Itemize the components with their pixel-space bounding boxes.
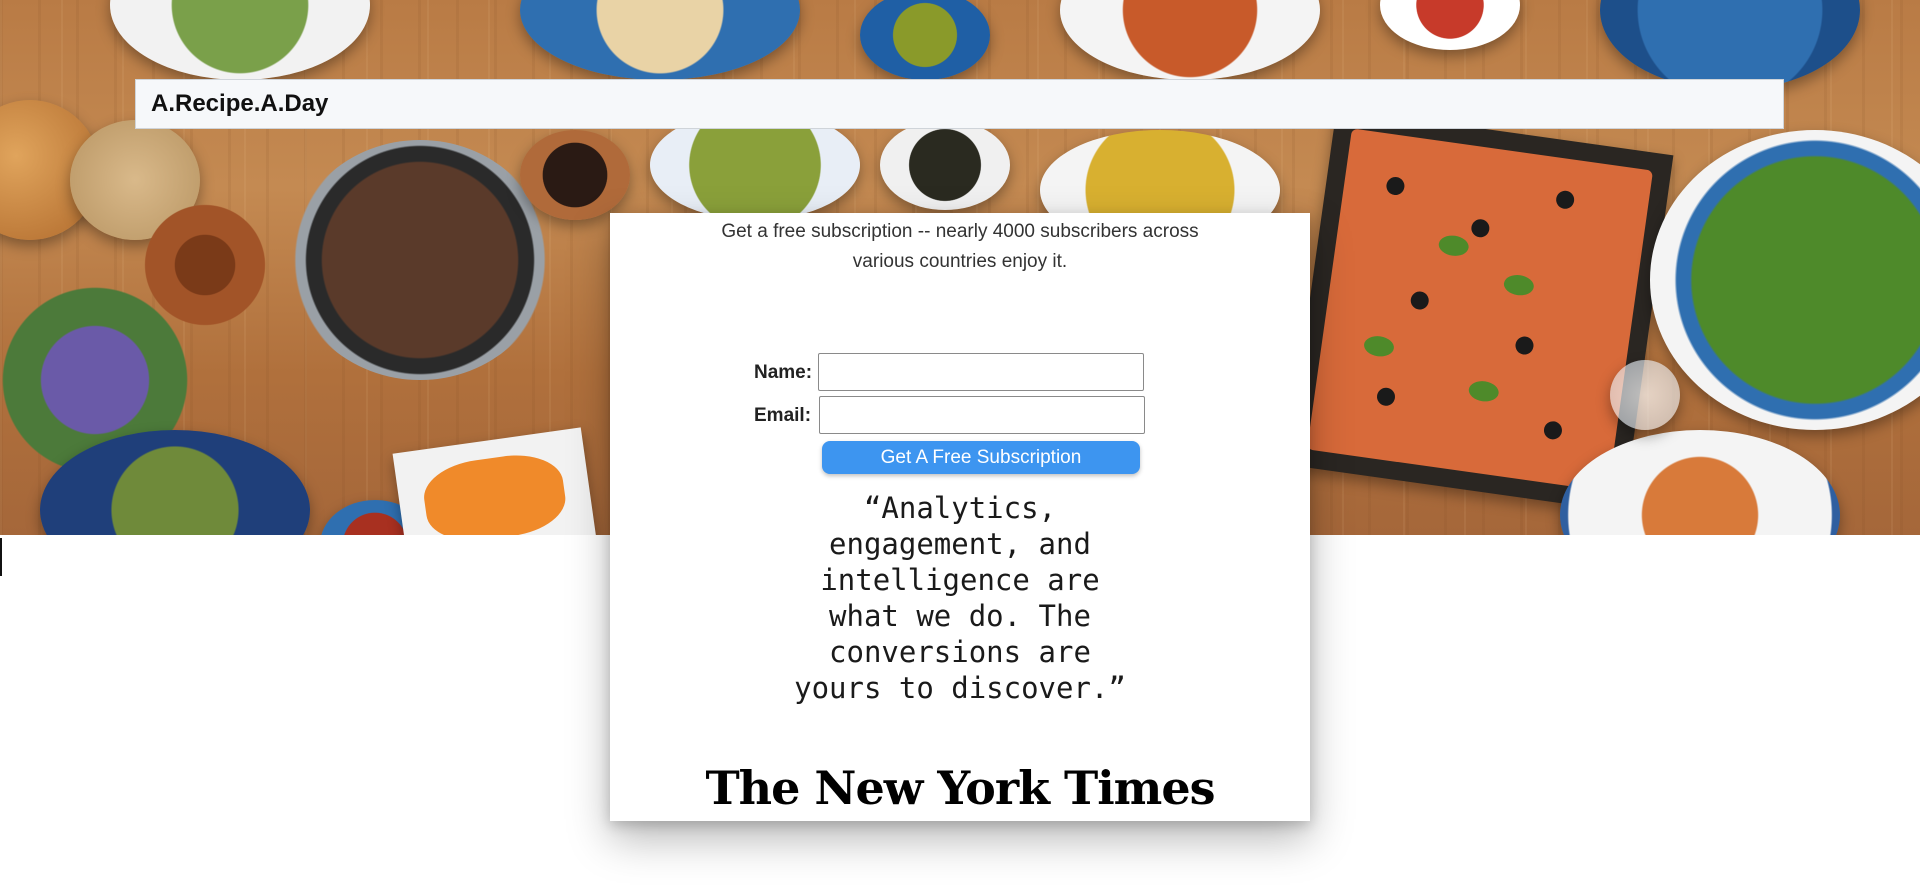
plate-vegetables xyxy=(110,0,370,80)
pan-pasta xyxy=(290,140,550,380)
pepper-bowl xyxy=(520,130,630,220)
intro-line: Get a free subscription -- nearly 4000 s… xyxy=(721,221,1199,242)
email-label: Email: xyxy=(754,405,812,426)
subscription-intro: Get a free subscription -- nearly 4000 s… xyxy=(610,217,1310,277)
name-input[interactable] xyxy=(818,353,1144,391)
press-logo: The New York Times xyxy=(705,761,1215,815)
plate-blue-dip xyxy=(520,0,800,80)
plate-salad xyxy=(1650,130,1920,430)
subscribe-button[interactable]: Get A Free Subscription xyxy=(822,441,1140,474)
dish-carrot xyxy=(392,427,598,535)
email-input[interactable] xyxy=(819,396,1145,434)
quote-line: conversions are xyxy=(829,635,1091,669)
quote-line: yours to discover.” xyxy=(794,671,1126,705)
plate-olives-top xyxy=(860,0,990,80)
intro-line: various countries enjoy it. xyxy=(852,251,1068,272)
bowl-olives xyxy=(880,120,1010,210)
subscription-card: Get a free subscription -- nearly 4000 s… xyxy=(610,213,1310,821)
name-row: Name: xyxy=(610,353,1310,393)
quote-line: engagement, and xyxy=(829,527,1091,561)
site-header: A.Recipe.A.Day xyxy=(135,79,1784,129)
plate-pizza-top xyxy=(1060,0,1320,80)
site-brand[interactable]: A.Recipe.A.Day xyxy=(151,90,328,118)
plate-tomatoes-top xyxy=(1380,0,1520,50)
quote-line: intelligence are xyxy=(820,563,1100,597)
text-cursor xyxy=(0,538,2,576)
quote-line: what we do. The xyxy=(829,599,1091,633)
plate-blue-right-top xyxy=(1600,0,1860,90)
glass-bottom-right xyxy=(1610,360,1680,430)
testimonial-quote: “Analytics, engagement, and intelligence… xyxy=(785,490,1135,706)
name-label: Name: xyxy=(754,362,813,383)
email-row: Email: xyxy=(610,396,1310,436)
quote-line: “Analytics, xyxy=(863,491,1057,525)
